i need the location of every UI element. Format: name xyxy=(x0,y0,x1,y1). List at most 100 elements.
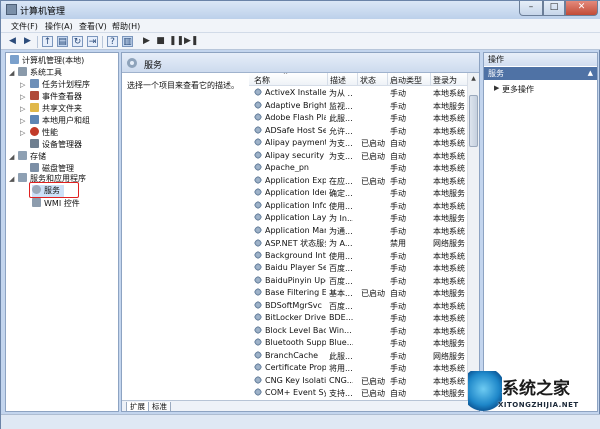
menu-action[interactable]: 操作(A) xyxy=(45,21,73,32)
scroll-up-arrow-icon[interactable]: ▲ xyxy=(469,75,478,84)
collapse-arrow-icon[interactable]: ◢ xyxy=(9,175,14,183)
table-row[interactable]: Block Level Back...Win... 手动 本地系统 xyxy=(249,325,467,338)
column-header-description[interactable]: 描述 xyxy=(330,75,346,86)
column-header-name[interactable]: 名称 xyxy=(254,75,270,86)
service-startup-type: 手动 xyxy=(390,114,406,123)
table-row[interactable]: Bluetooth Supp...Blue... 手动 本地服务 xyxy=(249,337,467,350)
table-row[interactable]: Adobe Flash Pla...此服... 手动 本地系统 xyxy=(249,112,467,125)
table-row[interactable]: Base Filtering En...基本... 已启动自动 本地服务 xyxy=(249,287,467,300)
forward-arrow-icon[interactable]: ▶ xyxy=(22,36,33,47)
menu-file[interactable]: 文件(F) xyxy=(11,21,38,32)
tree-item-local-users[interactable]: 本地用户和组 xyxy=(30,115,90,127)
service-name: Certificate Propa... xyxy=(254,363,326,372)
tree-item-device-manager[interactable]: 设备管理器 xyxy=(30,139,82,151)
tree-item-shared-folders[interactable]: 共享文件夹 xyxy=(30,103,82,115)
menu-view[interactable]: 查看(V) xyxy=(79,21,107,32)
expand-arrow-icon[interactable]: ▷ xyxy=(20,93,25,101)
table-row[interactable]: Alipay security b...为支... 已启动自动 本地系统 xyxy=(249,150,467,163)
start-service-icon[interactable]: ▶ xyxy=(141,36,152,47)
collapse-up-icon[interactable]: ▲ xyxy=(588,67,593,80)
column-divider[interactable] xyxy=(387,73,388,86)
menu-help[interactable]: 帮助(H) xyxy=(112,21,140,32)
table-row[interactable]: BDSoftMgrSvc 百度... 手动 本地系统 xyxy=(249,300,467,313)
collapse-arrow-icon[interactable]: ◢ xyxy=(9,69,14,77)
table-row[interactable]: BitLocker Drive ...BDE... 手动 本地系统 xyxy=(249,312,467,325)
tree-item-performance[interactable]: 性能 xyxy=(30,127,58,139)
vertical-scrollbar[interactable]: ▲ ▼ xyxy=(467,73,479,400)
export-list-icon[interactable]: ⇥ xyxy=(87,36,98,47)
table-row[interactable]: Apache_pn 手动 本地系统 xyxy=(249,162,467,175)
collapse-arrow-icon[interactable]: ◢ xyxy=(9,153,14,161)
column-divider[interactable] xyxy=(327,73,328,86)
table-row[interactable]: ASP.NET 状态服务为 A... 禁用 网络服务 xyxy=(249,237,467,250)
service-description: 为从 ... xyxy=(329,89,353,98)
table-row[interactable]: COM+ Event Sys...支持... 已启动自动 本地服务 xyxy=(249,387,467,400)
expand-arrow-icon[interactable]: ▷ xyxy=(20,117,25,125)
help-icon[interactable]: ? xyxy=(107,36,118,47)
window-title: 计算机管理 xyxy=(20,7,66,17)
expand-arrow-icon[interactable]: ▷ xyxy=(20,129,25,137)
table-row[interactable]: BaiduPinyin Upd...百度... 手动 本地系统 xyxy=(249,275,467,288)
table-row[interactable]: Alipay payment ...为支... 已启动自动 本地系统 xyxy=(249,137,467,150)
expand-arrow-icon[interactable]: ▷ xyxy=(20,81,25,89)
table-row[interactable]: Application Man...为通... 手动 本地系统 xyxy=(249,225,467,238)
column-divider[interactable] xyxy=(430,73,431,86)
column-divider[interactable] xyxy=(357,73,358,86)
tree-item-task-scheduler[interactable]: 任务计划程序 xyxy=(30,79,90,91)
up-folder-icon[interactable]: ↑ xyxy=(42,36,53,47)
watermark-brand: 系统之家 xyxy=(502,379,570,399)
service-gear-icon xyxy=(254,138,262,146)
table-row[interactable]: BranchCache 此服... 手动 网络服务 xyxy=(249,350,467,363)
stop-service-icon[interactable]: ■ xyxy=(155,36,166,47)
table-row[interactable]: ActiveX Installer ...为从 ... 手动 本地系统 xyxy=(249,87,467,100)
maximize-button[interactable]: □ xyxy=(543,1,565,16)
refresh-icon[interactable]: ↻ xyxy=(72,36,83,47)
service-gear-icon xyxy=(254,350,262,359)
tree-item-root[interactable]: 计算机管理(本地) xyxy=(10,55,84,67)
restart-service-icon[interactable]: ▶❚ xyxy=(184,36,198,47)
show-action-pane-icon[interactable]: ▥ xyxy=(122,36,133,47)
service-description: 此服... xyxy=(329,114,353,123)
service-name-text: Block Level Back... xyxy=(265,325,326,335)
service-log-on-as: 本地系统 xyxy=(433,376,465,386)
table-row[interactable]: ADSafe Host Ser...允许... 手动 本地系统 xyxy=(249,125,467,138)
more-actions-link[interactable]: ▶ 更多操作 xyxy=(494,84,534,95)
table-row[interactable]: Application Iden...确定... 手动 本地服务 xyxy=(249,187,467,200)
table-row[interactable]: Application Infor...使用... 手动 本地系统 xyxy=(249,200,467,213)
expand-arrow-icon[interactable]: ▷ xyxy=(20,105,25,113)
service-name-text: Background Intel... xyxy=(265,250,326,260)
service-startup-type: 手动 xyxy=(390,264,406,273)
table-row[interactable]: Application Laye...为 In... 手动 本地服务 xyxy=(249,212,467,225)
table-row[interactable]: Adaptive Brightn...监视... 手动 本地服务 xyxy=(249,100,467,113)
tree-item-storage[interactable]: 存储 xyxy=(18,151,46,163)
service-log-on-as: 本地系统 xyxy=(433,126,465,136)
table-row[interactable]: Background Intel...使用... 手动 本地系统 xyxy=(249,250,467,263)
menu-bar: 文件(F) 操作(A) 查看(V) 帮助(H) xyxy=(1,19,600,33)
close-button[interactable]: ✕ xyxy=(565,1,598,16)
service-name-text: Bluetooth Supp... xyxy=(265,338,326,347)
table-row[interactable]: Application Expe...在应... 已启动手动 本地系统 xyxy=(249,175,467,188)
sort-arrow-icon: ^ xyxy=(283,73,289,79)
tree-item-system-tools[interactable]: 系统工具 xyxy=(18,67,62,79)
minimize-button[interactable]: – xyxy=(519,1,543,16)
tree-item-event-viewer[interactable]: 事件查看器 xyxy=(30,91,82,103)
actions-section-services[interactable]: 服务 ▲ xyxy=(484,67,597,80)
tab-extended[interactable]: 扩展 xyxy=(126,402,149,411)
scrollbar-thumb[interactable] xyxy=(469,95,478,147)
navigation-tree: 计算机管理(本地) ◢ 系统工具 ▷ 任务计划程序 ▷ 事件查看器 ▷ 共享文件… xyxy=(5,52,119,412)
table-row[interactable]: Baidu Player Ser...百度... 手动 本地系统 xyxy=(249,262,467,275)
service-gear-icon xyxy=(254,338,262,346)
show-hide-tree-icon[interactable]: ▤ xyxy=(57,36,68,47)
pause-service-icon[interactable]: ❚❚ xyxy=(169,36,184,47)
column-header-log-on-as[interactable]: 登录为 xyxy=(433,75,457,86)
table-row[interactable]: CNG Key IsolationCNG... 已启动手动 本地系统 xyxy=(249,375,467,388)
service-startup-type: 禁用 xyxy=(390,239,406,248)
column-header-status[interactable]: 状态 xyxy=(360,75,376,86)
back-arrow-icon[interactable]: ◀ xyxy=(7,36,18,47)
service-log-on-as: 本地系统 xyxy=(433,276,465,286)
tree-item-wmi[interactable]: WMI 控件 xyxy=(32,198,80,210)
tab-standard[interactable]: 标准 xyxy=(148,402,171,411)
table-row[interactable]: Certificate Propa...将用... 手动 本地系统 xyxy=(249,362,467,375)
service-name-text: CNG Key Isolation xyxy=(265,375,326,385)
column-header-startup-type[interactable]: 启动类型 xyxy=(390,75,422,86)
